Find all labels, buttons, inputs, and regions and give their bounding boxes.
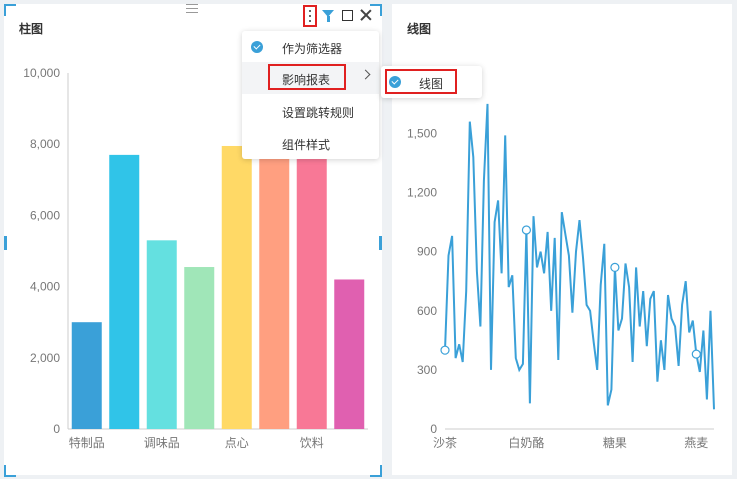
drag-handle-icon[interactable]: [186, 4, 198, 13]
y-tick-label: 6,000: [30, 208, 60, 222]
menu-item-affect-reports[interactable]: 影响报表: [242, 62, 379, 94]
menu-item-jump-rules[interactable]: 设置跳转规则: [242, 95, 379, 127]
submenu-item-label: 线图: [419, 77, 444, 91]
menu-item-label: 设置跳转规则: [282, 106, 355, 120]
x-tick-label: 特制品: [69, 435, 105, 450]
selection-corner-bl-h: [4, 475, 16, 477]
bar: [334, 279, 365, 429]
selection-corner-tr-h: [370, 4, 382, 6]
y-tick-label: 2,000: [30, 351, 60, 365]
menu-item-label: 影响报表: [282, 73, 331, 87]
chevron-right-icon: [360, 69, 371, 80]
context-menu: 作为筛选器 影响报表 设置跳转规则 组件样式: [242, 31, 379, 159]
check-circle-icon: [389, 76, 401, 88]
selection-corner-tl-h: [4, 4, 16, 6]
menu-item-label: 组件样式: [282, 138, 331, 152]
menu-item-component-style[interactable]: 组件样式: [242, 127, 379, 159]
y-tick-label: 4,000: [30, 280, 60, 294]
more-vertical-icon[interactable]: [303, 5, 317, 27]
bar: [184, 267, 215, 429]
filter-icon[interactable]: [322, 10, 334, 22]
point-marker: [610, 262, 620, 273]
y-tick-label: 300: [417, 363, 437, 377]
y-tick-label: 8,000: [30, 137, 60, 151]
y-tick-label: 600: [417, 304, 437, 318]
bar: [296, 138, 327, 430]
selection-corner-br-h: [370, 475, 382, 477]
bar: [109, 154, 140, 429]
x-tick-label: 白奶酪: [508, 435, 544, 450]
y-tick-label: 1,500: [407, 126, 437, 140]
bar: [259, 151, 290, 429]
y-tick-label: 1,200: [407, 186, 437, 200]
bar: [71, 322, 102, 429]
x-tick-label: 沙茶: [433, 435, 457, 450]
bar: [146, 240, 177, 429]
x-tick-label: 调味品: [144, 436, 180, 450]
close-icon[interactable]: [359, 8, 373, 22]
check-circle-icon: [251, 41, 263, 53]
x-tick-label: 糖果: [603, 435, 627, 450]
menu-item-use-as-filter[interactable]: 作为筛选器: [242, 31, 379, 63]
x-tick-label: 燕麦: [684, 436, 708, 450]
point-marker: [691, 349, 701, 359]
series-line: [444, 103, 715, 410]
y-tick-label: 0: [53, 422, 60, 436]
y-tick-label: 0: [430, 422, 437, 436]
selection-handle-left[interactable]: [4, 236, 7, 250]
submenu-item-line-chart[interactable]: 线图: [381, 66, 482, 98]
affect-reports-submenu: 线图: [381, 66, 482, 98]
bar: [221, 145, 252, 430]
x-tick-label: 饮料: [300, 436, 324, 450]
x-tick-label: 点心: [225, 436, 249, 450]
y-tick-label: 10,000: [23, 66, 60, 80]
point-marker: [440, 345, 450, 355]
point-marker: [521, 225, 532, 235]
menu-item-label: 作为筛选器: [282, 42, 343, 56]
y-tick-label: 900: [417, 245, 437, 259]
selection-handle-right[interactable]: [379, 236, 382, 250]
maximize-icon[interactable]: [342, 10, 353, 21]
